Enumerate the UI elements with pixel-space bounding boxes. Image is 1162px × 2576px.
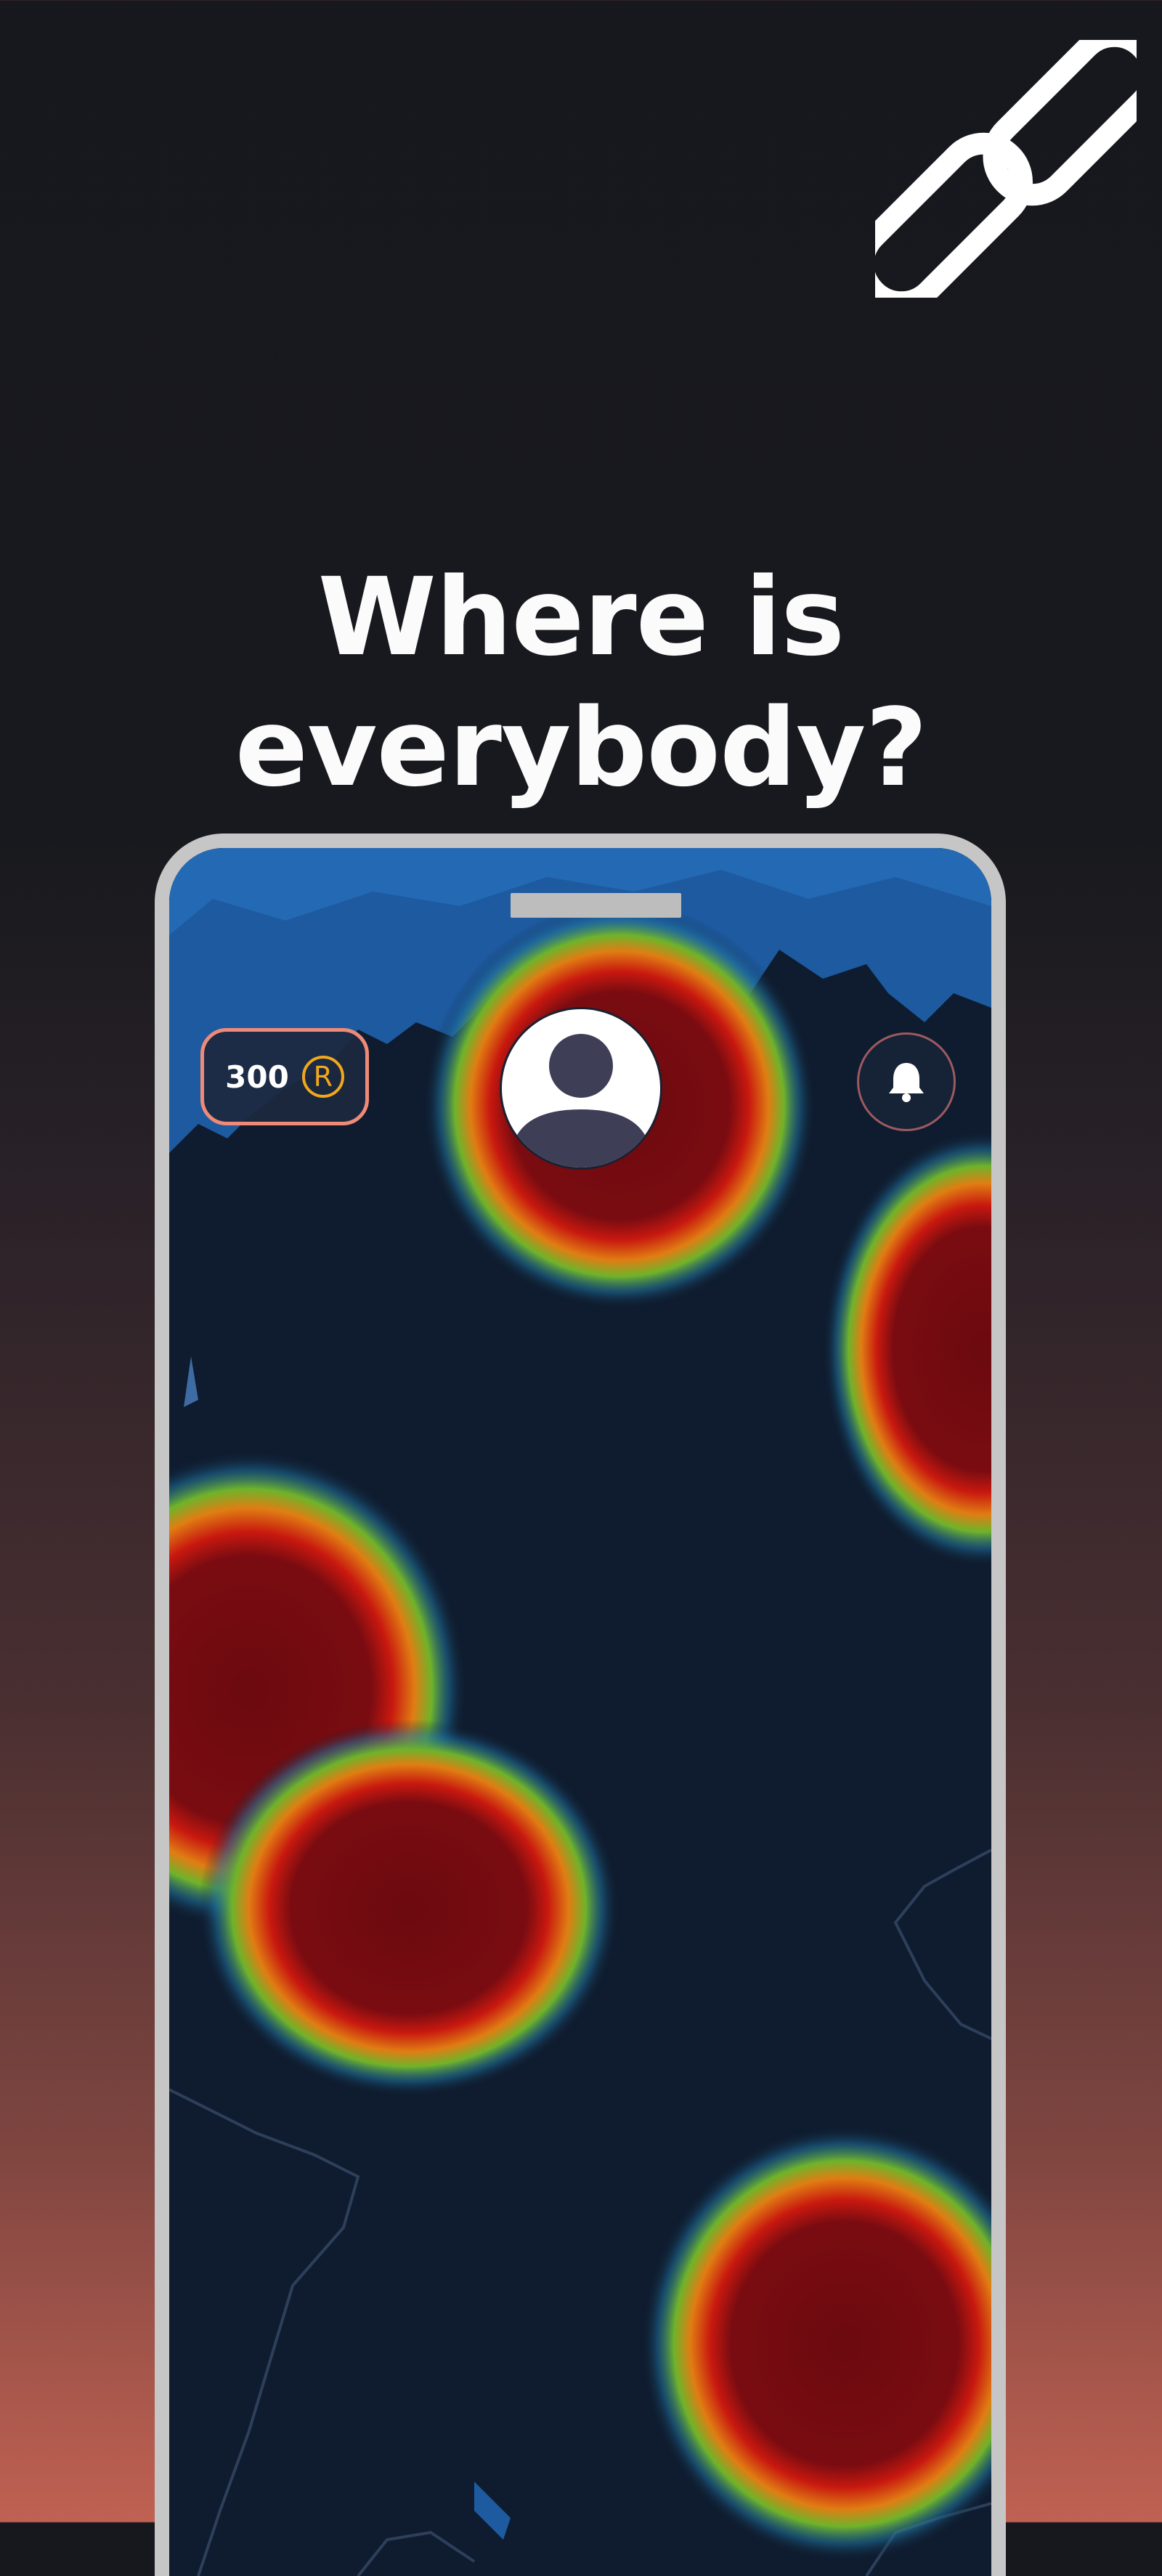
page-headline: Where is everybody? [235, 555, 928, 810]
avatar-silhouette-icon [503, 1011, 659, 1167]
points-value: 300 [225, 1059, 289, 1095]
phone-mockup: 300 R [155, 833, 1006, 2576]
link-chain-icon [875, 40, 1137, 298]
default-user-avatar-icon[interactable] [502, 1009, 660, 1167]
points-badge[interactable]: 300 R [200, 1028, 369, 1125]
notifications-button[interactable] [857, 1032, 956, 1131]
phone-speaker-notch [511, 893, 681, 918]
bell-icon [889, 1063, 924, 1102]
map-screen[interactable]: 300 R [169, 848, 991, 2576]
coin-icon: R [301, 1056, 344, 1098]
